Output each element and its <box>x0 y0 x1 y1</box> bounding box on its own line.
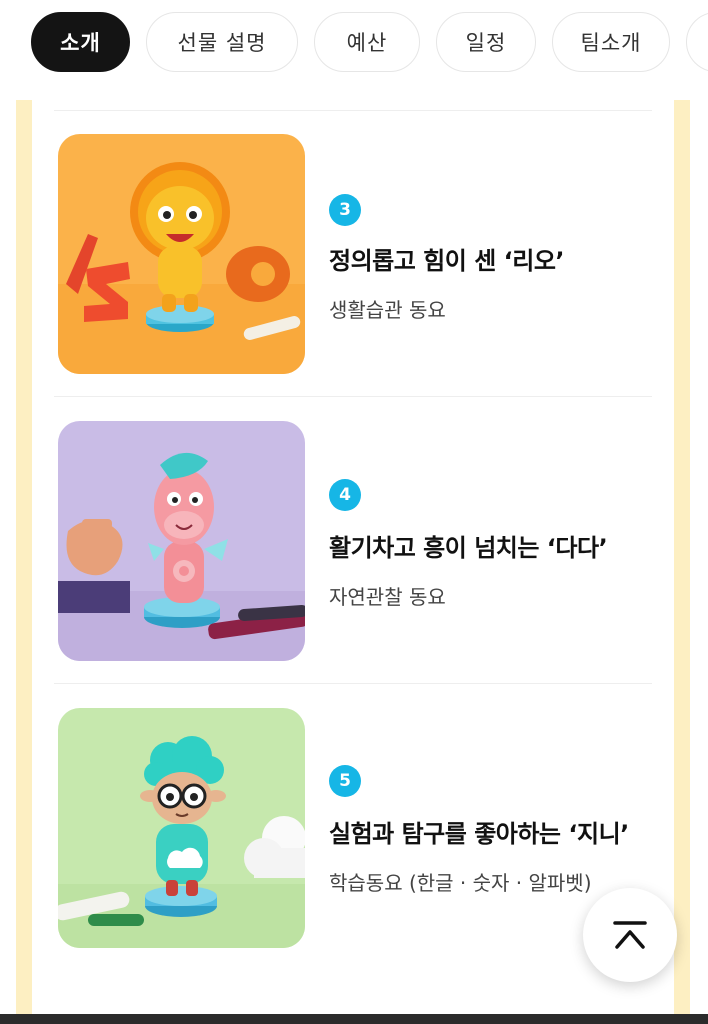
lion-figure-image <box>58 134 305 374</box>
character-subtitle: 생활습관 동요 <box>329 298 446 322</box>
tab-team[interactable]: 팀소개 <box>552 12 670 72</box>
tab-intro[interactable]: 소개 <box>31 12 130 72</box>
number-badge: 3 <box>329 194 361 226</box>
lion-figure-icon <box>58 134 305 374</box>
right-rail <box>674 100 690 1024</box>
sheep-figure-image <box>58 708 305 948</box>
left-rail <box>16 100 32 1024</box>
tab-budget[interactable]: 예산 <box>314 12 420 72</box>
character-title: 정의롭고 힘이 센 ‘리오’ <box>329 247 565 275</box>
tab-more-partial[interactable] <box>686 12 708 72</box>
tab-schedule[interactable]: 일정 <box>436 12 536 72</box>
scroll-to-top-button[interactable] <box>583 888 677 982</box>
number-badge: 5 <box>329 765 361 797</box>
pink-horse-figure-icon <box>58 421 305 661</box>
character-card[interactable]: 3 정의롭고 힘이 센 ‘리오’ 생활습관 동요 <box>32 100 674 387</box>
number-badge: 4 <box>329 479 361 511</box>
character-card[interactable]: 5 실험과 탐구를 좋아하는 ‘지니’ 학습동요 (한글 · 숫자 · 알파벳) <box>32 674 674 961</box>
character-title: 활기차고 흥이 넘치는 ‘다다’ <box>329 534 608 562</box>
character-subtitle: 자연관찰 동요 <box>329 585 446 609</box>
sheep-figure-icon <box>58 708 305 948</box>
character-list: 3 정의롭고 힘이 센 ‘리오’ 생활습관 동요 4 활기차고 흥이 넘치는 ‘… <box>32 100 674 1024</box>
tab-bar: 소개 선물 설명 예산 일정 팀소개 <box>0 0 708 84</box>
character-card[interactable]: 4 활기차고 흥이 넘치는 ‘다다’ 자연관찰 동요 <box>32 387 674 674</box>
character-subtitle: 학습동요 (한글 · 숫자 · 알파벳) <box>329 871 592 895</box>
tab-gift-description[interactable]: 선물 설명 <box>146 12 298 72</box>
bottom-bar <box>0 1014 708 1024</box>
pink-horse-figure-image <box>58 421 305 661</box>
character-title: 실험과 탐구를 좋아하는 ‘지니’ <box>329 820 629 848</box>
scroll-to-top-icon <box>613 921 647 949</box>
